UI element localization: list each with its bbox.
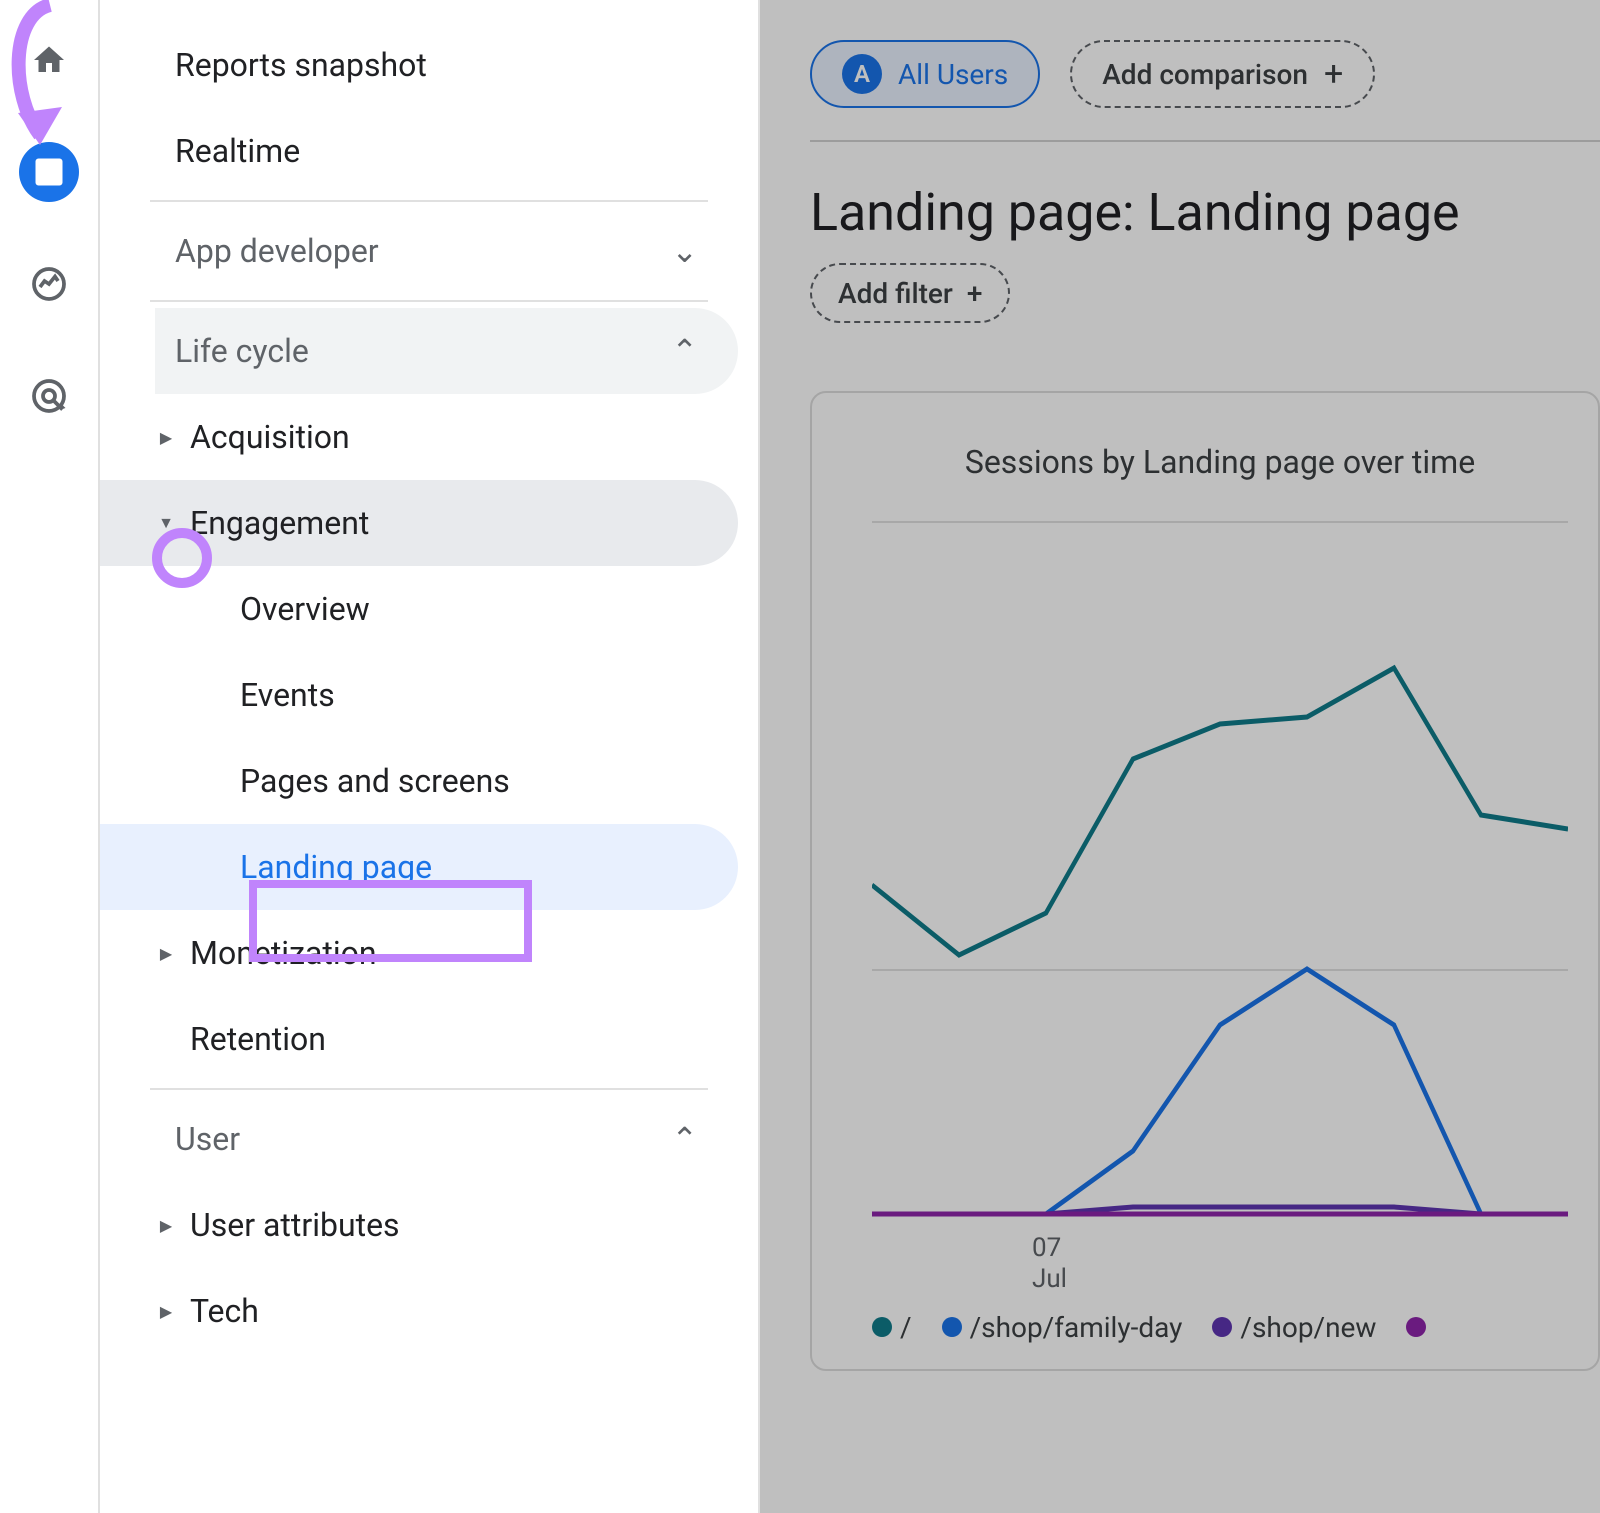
legend-item[interactable]: /shop/new xyxy=(1212,1311,1376,1344)
legend-label: / xyxy=(900,1311,912,1344)
home-icon xyxy=(31,42,67,78)
sidebar-item-label: User attributes xyxy=(190,1206,400,1244)
sidebar-tech[interactable]: Tech xyxy=(100,1268,738,1354)
trend-icon xyxy=(31,266,67,302)
legend-item[interactable]: /shop/family-day xyxy=(942,1311,1183,1344)
page-title: Landing page: Landing page xyxy=(760,142,1600,263)
chart-title: Sessions by Landing page over time xyxy=(872,443,1568,481)
sidebar-item-label: App developer xyxy=(175,232,379,270)
add-comparison-button[interactable]: Add comparison + xyxy=(1070,40,1375,108)
sidebar-item-label: Engagement xyxy=(190,504,369,542)
sidebar-life-cycle[interactable]: Life cycle ⌃ xyxy=(155,308,738,394)
sidebar-engagement-events[interactable]: Events xyxy=(100,652,738,738)
sidebar-engagement-landing[interactable]: Landing page xyxy=(100,824,738,910)
x-axis-tick: 07 Jul xyxy=(1032,1233,1067,1295)
chart-legend: / /shop/family-day/shop/new xyxy=(872,1311,1568,1344)
sidebar-item-label: User xyxy=(175,1120,240,1158)
add-filter-button[interactable]: Add filter + xyxy=(810,263,1010,323)
segment-all-users[interactable]: A All Users xyxy=(810,40,1040,108)
sidebar-item-label: Life cycle xyxy=(175,332,309,370)
caret-right-icon xyxy=(150,944,182,963)
sidebar-engagement[interactable]: Engagement xyxy=(100,480,738,566)
rail-home[interactable] xyxy=(19,30,79,90)
segment-badge: A xyxy=(842,54,882,94)
legend-dot xyxy=(872,1317,892,1337)
report-sidebar: Reports snapshot Realtime App developer … xyxy=(100,0,760,1513)
plus-icon: + xyxy=(967,277,983,310)
legend-item[interactable] xyxy=(1406,1311,1434,1344)
chart-card: Sessions by Landing page over time 07 Ju… xyxy=(810,391,1600,1371)
legend-item[interactable]: / xyxy=(872,1311,912,1344)
sidebar-monetization[interactable]: Monetization xyxy=(100,910,738,996)
caret-right-icon xyxy=(150,1216,182,1235)
button-label: Add filter xyxy=(838,277,953,310)
tick-month: Jul xyxy=(1032,1264,1067,1294)
divider xyxy=(150,300,708,302)
chevron-up-icon: ⌃ xyxy=(671,1120,698,1158)
rail-advertising[interactable] xyxy=(19,366,79,426)
tick-day: 07 xyxy=(1032,1233,1061,1263)
sidebar-engagement-overview[interactable]: Overview xyxy=(100,566,738,652)
legend-label: /shop/new xyxy=(1240,1311,1376,1344)
sidebar-item-label: Retention xyxy=(190,1020,326,1058)
plus-icon: + xyxy=(1324,54,1343,94)
sidebar-app-developer[interactable]: App developer ⌄ xyxy=(155,208,738,294)
sidebar-engagement-pages[interactable]: Pages and screens xyxy=(100,738,738,824)
target-icon xyxy=(31,378,67,414)
legend-dot xyxy=(942,1317,962,1337)
legend-dot xyxy=(1406,1317,1426,1337)
legend-label: /shop/family-day xyxy=(970,1311,1183,1344)
button-label: Add comparison xyxy=(1102,58,1308,91)
chevron-up-icon: ⌃ xyxy=(671,332,698,370)
rail-explore[interactable] xyxy=(19,254,79,314)
caret-right-icon xyxy=(150,1302,182,1321)
sidebar-user-attributes[interactable]: User attributes xyxy=(100,1182,738,1268)
sidebar-reports-snapshot[interactable]: Reports snapshot xyxy=(155,22,738,108)
sidebar-retention[interactable]: Retention xyxy=(100,996,738,1082)
sidebar-item-label: Acquisition xyxy=(190,418,350,456)
sidebar-acquisition[interactable]: Acquisition xyxy=(100,394,738,480)
divider xyxy=(150,200,708,202)
rail-reports[interactable] xyxy=(19,142,79,202)
left-icon-rail xyxy=(0,0,100,1513)
chart-area: 07 Jul xyxy=(872,521,1568,1221)
sidebar-item-label: Tech xyxy=(190,1292,259,1330)
line-chart xyxy=(872,521,1568,1221)
divider xyxy=(150,1088,708,1090)
chevron-down-icon: ⌄ xyxy=(671,232,698,270)
caret-down-icon xyxy=(150,513,182,533)
sidebar-realtime[interactable]: Realtime xyxy=(155,108,738,194)
sidebar-user[interactable]: User ⌃ xyxy=(155,1096,738,1182)
segment-label: All Users xyxy=(898,58,1008,91)
bar-chart-icon xyxy=(31,154,67,190)
caret-right-icon xyxy=(150,428,182,447)
main-content: A All Users Add comparison + Landing pag… xyxy=(760,0,1600,1513)
legend-dot xyxy=(1212,1317,1232,1337)
sidebar-item-label: Monetization xyxy=(190,934,377,972)
